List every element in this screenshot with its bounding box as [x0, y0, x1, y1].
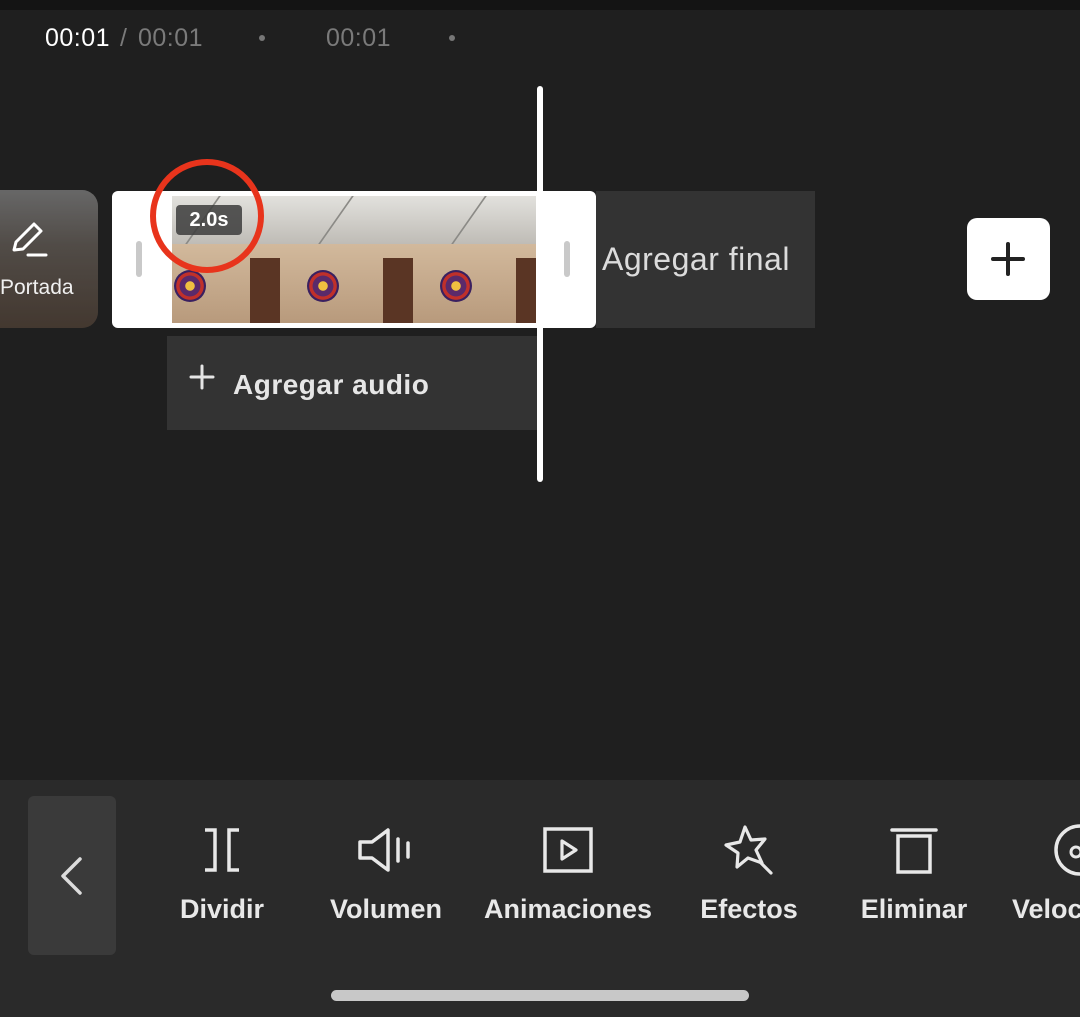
clip-frame	[438, 196, 536, 323]
clip-right-handle[interactable]	[564, 241, 570, 277]
effects-star-icon	[724, 825, 773, 875]
tool-volume[interactable]: Volumen	[326, 822, 446, 932]
animation-play-icon	[543, 827, 593, 873]
pencil-icon	[12, 222, 48, 257]
total-duration: 00:01	[138, 24, 204, 52]
add-audio-button[interactable]: Agregar audio	[167, 336, 540, 430]
clip-frame	[305, 196, 438, 323]
time-separator: /	[120, 24, 127, 52]
cover-thumbnail[interactable]	[0, 190, 98, 328]
split-icon	[205, 828, 239, 872]
trash-icon	[890, 828, 938, 874]
tool-label: Volumen	[329, 894, 442, 924]
tool-label: Dividir	[179, 894, 265, 924]
annotation-circle	[150, 159, 264, 273]
tool-effects[interactable]: Efectos	[697, 822, 801, 932]
tool-label: Efectos	[700, 894, 798, 924]
tool-label: Veloc	[1012, 894, 1080, 924]
tool-label: Eliminar	[860, 894, 968, 924]
playhead[interactable]	[537, 86, 543, 482]
ruler-tick	[259, 35, 265, 41]
plus-icon	[189, 364, 215, 390]
status-strip	[0, 0, 1080, 10]
plus-icon	[991, 242, 1025, 276]
chevron-left-icon	[61, 857, 82, 895]
tool-delete[interactable]: Eliminar	[858, 822, 970, 932]
cover-label: Portada	[0, 276, 74, 299]
tool-animations[interactable]: Animaciones	[480, 822, 656, 932]
back-button[interactable]	[28, 796, 116, 955]
home-indicator	[331, 990, 749, 1001]
tool-split[interactable]: Dividir	[176, 822, 268, 932]
add-audio-label: Agregar audio	[233, 369, 430, 400]
tool-speed[interactable]: Veloc	[1012, 822, 1080, 932]
add-ending-label: Agregar final	[602, 241, 790, 277]
add-clip-button[interactable]	[967, 218, 1050, 300]
bottom-toolbar: Dividir Volumen Animaciones Efectos Elim…	[0, 780, 1080, 1017]
ruler-tick	[449, 35, 455, 41]
speed-icon	[1054, 824, 1080, 876]
ruler-time-label: 00:01	[326, 24, 392, 52]
tool-label: Animaciones	[483, 894, 653, 924]
add-ending-button[interactable]: Agregar final	[596, 191, 815, 328]
current-time: 00:01	[45, 24, 111, 52]
volume-icon	[358, 828, 410, 872]
clip-left-handle[interactable]	[136, 241, 142, 277]
time-bar: 00:01 / 00:01 00:01	[0, 10, 1080, 70]
